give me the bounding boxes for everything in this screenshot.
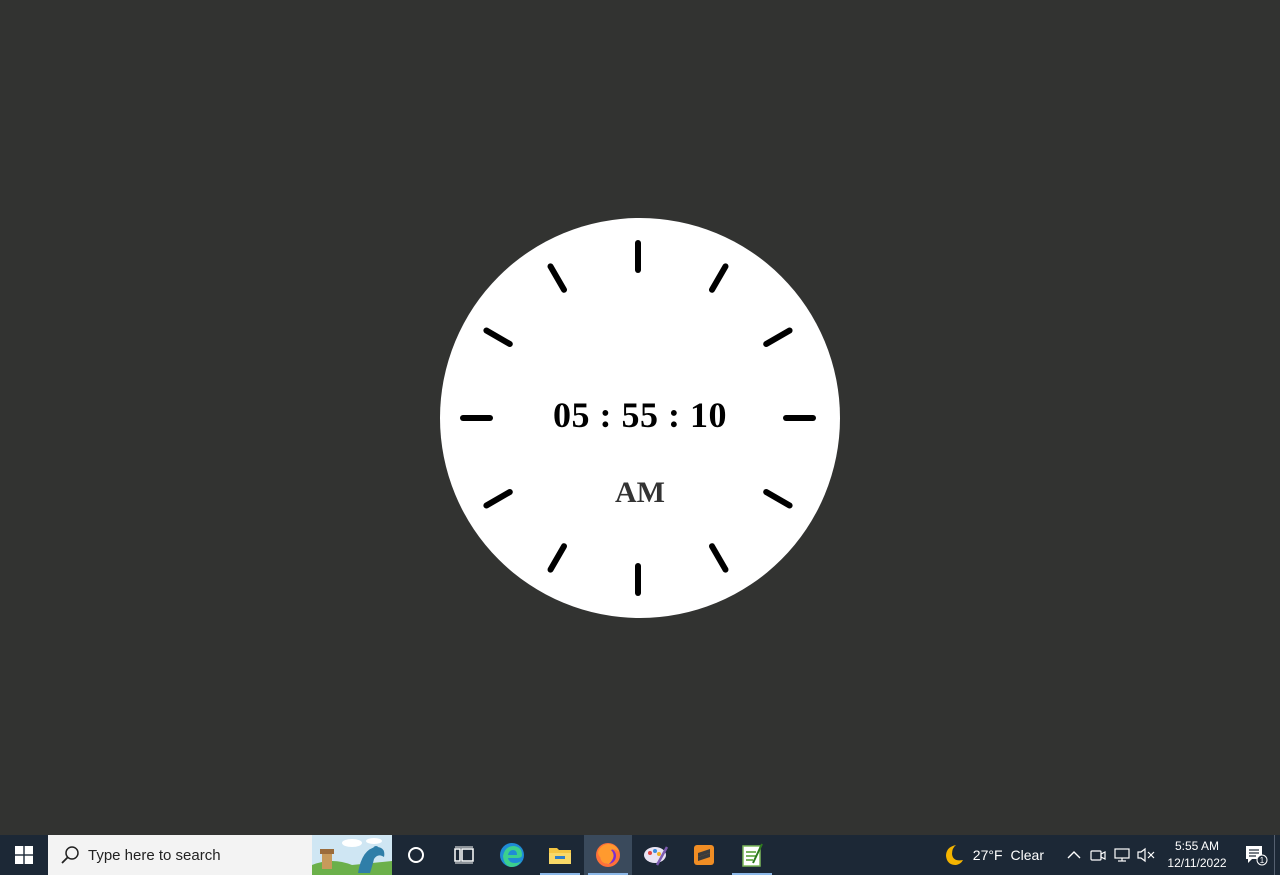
notification-count: 1 [1260, 856, 1265, 865]
taskbar-search-box[interactable]: Type here to search [48, 835, 392, 875]
clock-face: 05 : 55 : 10 AM [440, 218, 840, 618]
clock-tick-2 [763, 327, 793, 347]
notepad-plus-icon [742, 843, 763, 867]
task-view-button[interactable] [440, 835, 488, 875]
file-explorer-icon [549, 848, 571, 864]
paint-icon [644, 846, 669, 866]
clock-tick-11 [547, 263, 567, 293]
cortana-button[interactable] [392, 835, 440, 875]
clock-tick-10 [483, 327, 513, 347]
show-desktop-button[interactable] [1274, 835, 1280, 875]
windows-logo-icon [15, 846, 33, 864]
desktop: 05 : 55 : 10 AM [0, 0, 1280, 835]
taskbar-time: 5:55 AM [1174, 839, 1220, 853]
time-readout: 05 : 55 : 10 [553, 395, 727, 435]
sublime-text-icon [694, 845, 714, 865]
sublime-text-taskbar-button[interactable] [680, 835, 728, 875]
task-view-icon [454, 846, 474, 864]
show-hidden-icons-button[interactable] [1062, 835, 1086, 875]
meridiem-label: AM [615, 476, 665, 509]
start-button[interactable] [0, 835, 48, 875]
notepad-plus-taskbar-button[interactable] [728, 835, 776, 875]
network-icon [1114, 848, 1130, 862]
volume-muted-icon [1137, 847, 1155, 863]
cortana-icon [408, 847, 424, 863]
clock-tick-1 [709, 263, 729, 293]
volume-button[interactable] [1134, 835, 1158, 875]
paint-taskbar-button[interactable] [632, 835, 680, 875]
taskbar-clock[interactable]: 5:55 AM 12/11/2022 [1162, 838, 1232, 872]
network-button[interactable] [1110, 835, 1134, 875]
firefox-taskbar-button[interactable] [584, 835, 632, 875]
taskbar: Type here to search 27°F Clear 5:55 AM 1… [0, 835, 1280, 875]
search-highlight-illustration-icon [312, 835, 392, 875]
search-placeholder: Type here to search [88, 846, 221, 864]
edge-taskbar-button[interactable] [488, 835, 536, 875]
search-icon [61, 846, 79, 864]
moon-icon [945, 845, 963, 865]
weather-condition: Clear [1010, 847, 1044, 863]
camera-icon [1090, 850, 1106, 861]
taskbar-date: 12/11/2022 [1167, 856, 1227, 870]
meet-now-button[interactable] [1086, 835, 1110, 875]
weather-temperature: 27°F [972, 847, 1003, 863]
clock-tick-7 [547, 543, 567, 573]
system-tray: 27°F Clear 5:55 AM 12/11/2022 1 [941, 835, 1280, 875]
action-center-button[interactable]: 1 [1238, 835, 1274, 875]
file-explorer-taskbar-button[interactable] [536, 835, 584, 875]
chevron-up-icon [1067, 851, 1081, 859]
notification-icon: 1 [1246, 846, 1268, 866]
clock-tick-5 [709, 543, 729, 573]
edge-icon [500, 843, 524, 867]
firefox-icon [596, 843, 620, 867]
weather-widget[interactable]: 27°F Clear [941, 843, 1044, 867]
